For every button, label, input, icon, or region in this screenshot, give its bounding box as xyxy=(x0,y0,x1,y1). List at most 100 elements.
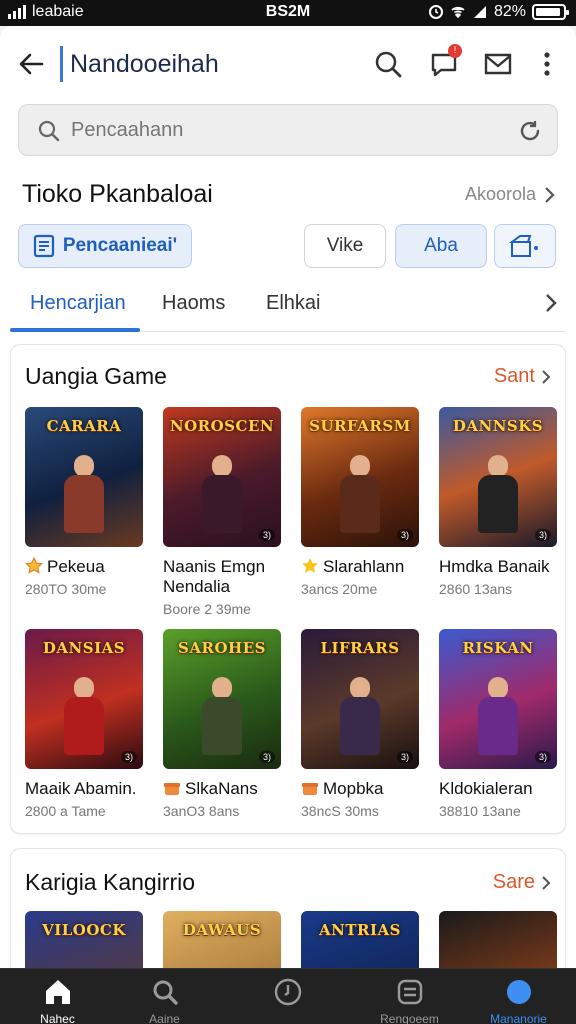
chevron-right-icon xyxy=(545,186,555,203)
title-accent-bar xyxy=(60,46,63,82)
section-more-label: Sant xyxy=(493,365,535,387)
game-meta: 3anO3 8ans xyxy=(163,803,240,819)
filter-chip-primary[interactable]: Pencaanieai' xyxy=(18,224,192,268)
battery-icon xyxy=(532,4,569,20)
refresh-icon[interactable] xyxy=(517,118,543,144)
game-title: Slarahlann xyxy=(323,557,405,576)
section-more-link[interactable]: Sant xyxy=(494,365,551,388)
game-title: Maaik Abamin. xyxy=(25,779,137,798)
tab-hencarjian[interactable]: Hencarjian xyxy=(30,292,126,315)
tab-bar: Hencarjian Haoms Elhkai xyxy=(10,278,566,332)
more-vert-icon[interactable] xyxy=(532,48,562,80)
nav-search[interactable]: Aaine xyxy=(107,969,222,1024)
game-cover-logo: SURFARSM xyxy=(309,417,411,435)
search-icon xyxy=(38,120,60,142)
game-card[interactable]: LIFRARS 3) Mopbka 38ncS 30ms xyxy=(301,629,419,819)
filter-chip-primary-label: Pencaanieai' xyxy=(62,235,178,256)
game-title: Pekeua xyxy=(47,557,105,576)
game-cover-logo: DAWAUS xyxy=(182,921,262,939)
search-input[interactable] xyxy=(71,115,491,145)
store-link[interactable]: Akoorola xyxy=(465,184,556,205)
home-icon xyxy=(45,980,70,1004)
back-arrow-icon[interactable] xyxy=(16,48,48,80)
game-cover-logo: ANTRIAS xyxy=(319,921,401,939)
game-title: Hmdka Banaik xyxy=(439,557,550,576)
battery-percent: 82% xyxy=(493,3,526,20)
game-cover-logo: DANNSKS xyxy=(452,417,544,435)
game-cover-logo: CARARA xyxy=(46,417,122,435)
game-cover-logo: SAROHES xyxy=(178,639,266,657)
game-cover: NOROSCEN 3) xyxy=(163,407,281,547)
star-icon xyxy=(302,558,318,573)
gift-icon xyxy=(302,783,318,795)
nav-label: Rengoeem xyxy=(380,1012,439,1024)
notification-badge: ! xyxy=(448,44,462,58)
game-meta: 2860 13ans xyxy=(439,581,513,597)
nav-profile[interactable]: Mananorie xyxy=(461,969,576,1024)
game-section: Uangia Game Sant CARARA Pekeua 280TO 30m… xyxy=(10,344,566,834)
game-cover: DANSIAS 3) xyxy=(25,629,143,769)
filter-chip-box[interactable] xyxy=(494,224,556,268)
alarm-icon xyxy=(428,5,443,19)
tab-haoms[interactable]: Haoms xyxy=(162,292,225,315)
section-title: Karigia Kangirrio xyxy=(25,869,196,895)
game-meta: Boore 2 39me xyxy=(163,601,251,617)
section-more-link[interactable]: Sare xyxy=(493,871,551,894)
nav-history[interactable] xyxy=(230,969,345,1024)
game-card[interactable]: SURFARSM 3) Slarahlann 3ancs 20me xyxy=(301,407,419,597)
game-title: Kldokialeran xyxy=(439,779,533,798)
store-link-label: Akoorola xyxy=(464,184,536,204)
game-cover-logo: NOROSCEN xyxy=(169,417,275,435)
game-card[interactable]: CARARA Pekeua 280TO 30me xyxy=(25,407,143,597)
clock-icon xyxy=(274,978,301,1006)
game-meta: 38ncS 30ms xyxy=(301,803,379,819)
game-cover: DANNSKS 3) xyxy=(439,407,557,547)
app-screen: Nandooeihah ! Tioko Pkanbaloai Akoorola … xyxy=(0,26,576,1024)
search-bar[interactable] xyxy=(18,104,558,156)
wifi-icon xyxy=(451,6,465,19)
nav-label: Aaine xyxy=(149,1012,180,1024)
game-card[interactable]: DANSIAS 3) Maaik Abamin. 2800 a Tame xyxy=(25,629,143,819)
cell-signal-icon xyxy=(473,6,486,18)
game-meta: 38810 13ane xyxy=(439,803,521,819)
page-title: Nandooeihah xyxy=(70,50,219,78)
mail-icon[interactable] xyxy=(482,48,514,80)
game-title: Mopbka xyxy=(323,779,384,798)
game-title: Naanis Emgn Nendalia xyxy=(163,557,266,596)
game-cover-logo: VILOOCK xyxy=(42,921,126,939)
game-title: SlkaNans xyxy=(185,779,258,798)
list-icon xyxy=(397,979,422,1005)
chevron-right-icon xyxy=(542,875,551,890)
game-cover: LIFRARS 3) xyxy=(301,629,419,769)
game-card[interactable]: DANNSKS 3) Hmdka Banaik 2860 13ans xyxy=(439,407,557,597)
tab-elhkai[interactable]: Elhkai xyxy=(266,292,320,315)
store-header: Tioko Pkanbaloai Akoorola xyxy=(22,180,556,214)
game-cover-logo: RISKAN xyxy=(462,639,534,657)
bottom-nav: Nahec Aaine Rengoeem Mananorie xyxy=(0,968,576,1024)
filter-chip-aba[interactable]: Aba xyxy=(395,224,487,268)
game-cover: SURFARSM 3) xyxy=(301,407,419,547)
game-card[interactable]: RISKAN 3) Kldokialeran 38810 13ane xyxy=(439,629,557,819)
game-card[interactable]: NOROSCEN 3) Naanis Emgn Nendalia Boore 2… xyxy=(163,407,281,617)
game-meta: 2800 a Tame xyxy=(25,803,106,819)
game-cover-logo: LIFRARS xyxy=(320,639,400,657)
gift-icon xyxy=(164,783,180,795)
box-icon xyxy=(509,235,538,257)
profile-icon xyxy=(506,980,531,1004)
game-card[interactable]: SAROHES 3) SlkaNans 3anO3 8ans xyxy=(163,629,281,819)
game-cover: RISKAN 3) xyxy=(439,629,557,769)
store-title: Tioko Pkanbaloai xyxy=(22,180,213,208)
chevron-right-icon[interactable] xyxy=(544,292,558,314)
search-icon[interactable] xyxy=(372,48,404,80)
nav-recommend[interactable]: Rengoeem xyxy=(352,969,467,1024)
tab-active-indicator xyxy=(10,328,140,332)
search-icon xyxy=(153,980,178,1005)
game-cover: SAROHES 3) xyxy=(163,629,281,769)
star-badge-icon xyxy=(25,557,43,574)
status-bar: leabaie BS2M 82% xyxy=(0,0,576,26)
nav-home[interactable]: Nahec xyxy=(0,969,115,1024)
chat-button[interactable]: ! xyxy=(428,44,462,80)
section-title: Uangia Game xyxy=(25,363,167,389)
section-more-label: Sare xyxy=(492,871,535,893)
filter-chip-vike[interactable]: Vike xyxy=(304,224,386,268)
